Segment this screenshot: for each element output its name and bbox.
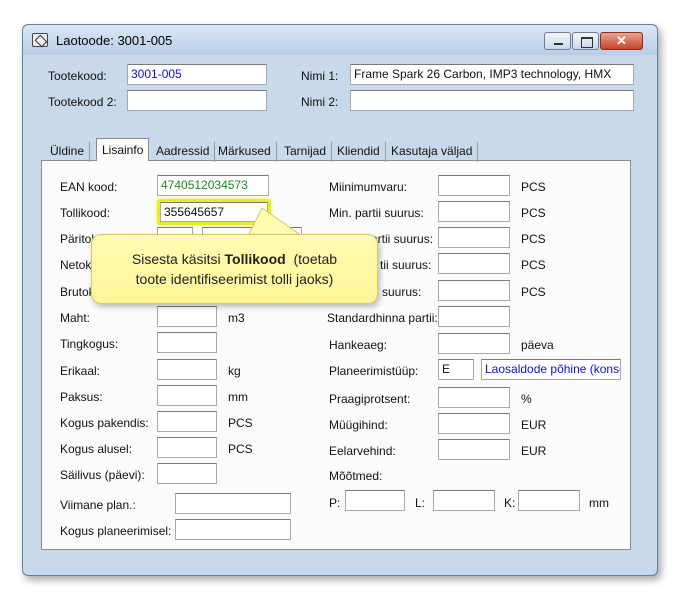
miinimumvaru-label: Miinimumvaru: bbox=[329, 180, 408, 194]
tootekood-field[interactable]: 3001-005 bbox=[127, 64, 267, 85]
title-bar: Laotoode: 3001-005 ✕ bbox=[23, 25, 657, 55]
nimi1-field[interactable]: Frame Spark 26 Carbon, IMP3 technology, … bbox=[350, 64, 634, 85]
ean-field[interactable]: 4740512034573 bbox=[157, 175, 269, 196]
miinimumvaru-field[interactable] bbox=[438, 175, 510, 196]
paksus-field[interactable] bbox=[157, 385, 217, 406]
tab-tarnijad[interactable]: Tarnijad bbox=[279, 142, 333, 162]
maht-label: Maht: bbox=[60, 311, 91, 325]
callout-text-bold: Tollikood bbox=[224, 251, 286, 267]
erikaal-unit: kg bbox=[228, 364, 241, 378]
mootmed-l-label: L: bbox=[415, 496, 426, 510]
nimi1-label: Nimi 1: bbox=[301, 69, 339, 83]
maks-partii-unit: PCS bbox=[521, 232, 546, 246]
planeerimistuup-desc-field[interactable]: Laosaldode põhine (konse bbox=[481, 359, 621, 380]
mootmed-p-label: P: bbox=[329, 496, 341, 510]
tab-kasutaja-valjad[interactable]: Kasutaja väljad bbox=[386, 142, 479, 162]
nimi2-field[interactable] bbox=[350, 90, 634, 111]
min-partii-unit: PCS bbox=[521, 206, 546, 220]
maht-unit: m3 bbox=[228, 311, 245, 325]
kogus-pakendis-unit: PCS bbox=[228, 416, 253, 430]
tootekood2-field[interactable] bbox=[127, 90, 267, 111]
maximize-button[interactable] bbox=[572, 32, 599, 50]
tollikood-label: Tollikood: bbox=[60, 206, 111, 220]
close-button[interactable]: ✕ bbox=[600, 32, 643, 50]
maks-partii-field[interactable] bbox=[438, 227, 510, 248]
minimize-button[interactable] bbox=[544, 32, 571, 50]
hankeaeg-unit: päeva bbox=[521, 338, 554, 352]
window-title: Laotoode: 3001-005 bbox=[56, 33, 173, 48]
muugihind-field[interactable] bbox=[438, 413, 510, 434]
tingkogus-label: Tingkogus: bbox=[60, 337, 119, 351]
tootekood2-label: Tootekood 2: bbox=[48, 95, 117, 109]
callout-text-after: (toetab bbox=[285, 251, 338, 267]
viimane-plan-field[interactable] bbox=[175, 493, 291, 514]
erikaal-label: Erikaal: bbox=[60, 364, 101, 378]
planeerimistuup-label: Planeerimistüüp: bbox=[329, 364, 419, 378]
kogus-planeerimisel-field[interactable] bbox=[175, 519, 291, 540]
mootmed-unit: mm bbox=[589, 496, 609, 510]
praagiprotsent-field[interactable] bbox=[438, 387, 510, 408]
kogus-planeerimisel-label: Kogus planeerimisel: bbox=[60, 524, 172, 538]
min-partii-label: Min. partii suurus: bbox=[329, 206, 424, 220]
mootmed-k-field[interactable] bbox=[518, 490, 580, 511]
muugihind-unit: EUR bbox=[521, 418, 547, 432]
praagiprotsent-unit: % bbox=[521, 392, 532, 406]
partii-suurus-4-field[interactable] bbox=[438, 280, 510, 301]
bruto-label: Brutok bbox=[60, 285, 95, 299]
neto-label: Netok bbox=[60, 258, 92, 272]
mootmed-p-field[interactable] bbox=[345, 490, 405, 511]
kogus-alusel-field[interactable] bbox=[157, 437, 217, 458]
erikaal-field[interactable] bbox=[157, 359, 217, 380]
tab-kliendid[interactable]: Kliendid bbox=[332, 142, 386, 162]
callout-line-2: toote identifiseerimist tolli jaoks) bbox=[135, 271, 334, 287]
partii-suurus-3-label: tii suurus: bbox=[380, 258, 432, 272]
callout-text-before: Sisesta käsitsi bbox=[131, 251, 225, 267]
hankeaeg-label: Hankeaeg: bbox=[329, 338, 388, 352]
kogus-pakendis-label: Kogus pakendis: bbox=[60, 416, 149, 430]
mootmed-l-field[interactable] bbox=[433, 490, 495, 511]
muugihind-label: Müügihind: bbox=[329, 418, 388, 432]
tab-aadressid[interactable]: Aadressid bbox=[151, 142, 216, 162]
tab-markused[interactable]: Märkused bbox=[213, 142, 277, 162]
miinimumvaru-unit: PCS bbox=[521, 180, 546, 194]
help-callout: Sisesta käsitsi Tollikood (toetab toote … bbox=[91, 234, 378, 304]
ean-label: EAN kood: bbox=[60, 180, 118, 194]
tab-lisainfo[interactable]: Lisainfo bbox=[96, 138, 150, 161]
paksus-unit: mm bbox=[228, 390, 248, 404]
mootmed-label: Mõõtmed: bbox=[329, 469, 383, 483]
viimane-plan-label: Viimane plan.: bbox=[60, 498, 136, 512]
kogus-alusel-unit: PCS bbox=[228, 442, 253, 456]
eelarvehind-label: Eelarvehind: bbox=[329, 444, 396, 458]
app-icon bbox=[32, 33, 48, 47]
partii-suurus-3-field[interactable] bbox=[438, 253, 510, 274]
paksus-label: Paksus: bbox=[60, 390, 103, 404]
sailivus-label: Säilivus (päevi): bbox=[60, 468, 145, 482]
standardhinna-field[interactable] bbox=[438, 306, 510, 327]
close-icon: ✕ bbox=[616, 33, 627, 48]
callout-line-1: Sisesta käsitsi Tollikood (toetab bbox=[92, 249, 377, 269]
kogus-pakendis-field[interactable] bbox=[157, 411, 217, 432]
eelarvehind-field[interactable] bbox=[438, 439, 510, 460]
kogus-alusel-label: Kogus alusel: bbox=[60, 442, 133, 456]
tab-uldine[interactable]: Üldine bbox=[45, 142, 91, 162]
min-partii-field[interactable] bbox=[438, 201, 510, 222]
sailivus-field[interactable] bbox=[157, 463, 217, 484]
partii-suurus-4-label: suurus: bbox=[382, 285, 422, 299]
tootekood-label: Tootekood: bbox=[48, 69, 107, 83]
eelarvehind-unit: EUR bbox=[521, 444, 547, 458]
tingkogus-field[interactable] bbox=[157, 332, 217, 353]
mootmed-k-label: K: bbox=[504, 496, 516, 510]
hankeaeg-field[interactable] bbox=[438, 333, 510, 354]
standardhinna-label: Standardhinna partii: bbox=[327, 311, 438, 325]
maht-field[interactable] bbox=[157, 306, 217, 327]
nimi2-label: Nimi 2: bbox=[301, 95, 339, 109]
partii-suurus-4-unit: PCS bbox=[521, 285, 546, 299]
planeerimistuup-code-field[interactable]: E bbox=[438, 359, 474, 380]
praagiprotsent-label: Praagiprotsent: bbox=[329, 392, 411, 406]
partii-suurus-3-unit: PCS bbox=[521, 258, 546, 272]
